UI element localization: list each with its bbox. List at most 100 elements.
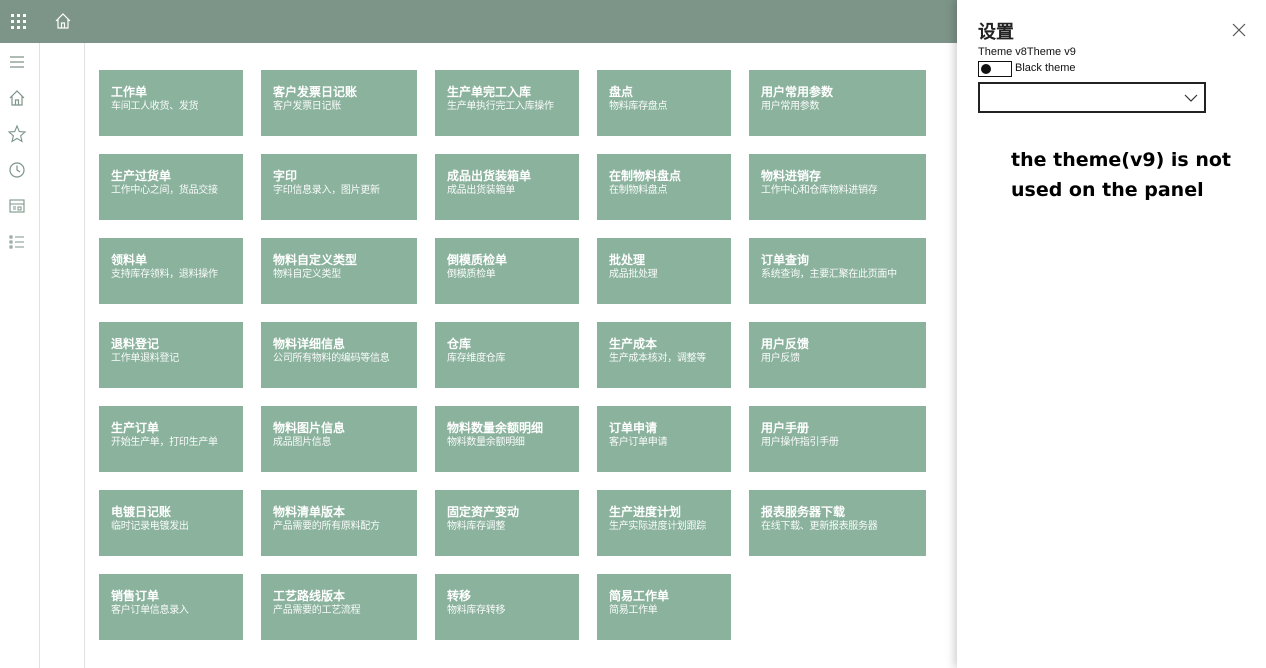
app-tile[interactable]: 物料详细信息公司所有物料的编码等信息 [261, 322, 417, 388]
tile-title: 生产过货单 [111, 169, 172, 183]
app-tile[interactable]: 生产进度计划生产实际进度计划跟踪 [597, 490, 731, 556]
tile-title: 转移 [447, 589, 472, 603]
tile-title: 生产成本 [609, 337, 658, 351]
app-tile[interactable]: 用户手册 用户操作指引手册 [749, 406, 926, 472]
chevron-down-icon [1184, 94, 1198, 102]
tile-title: 生产进度计划 [609, 505, 682, 519]
tile-subtitle: 公司所有物料的编码等信息 [273, 353, 390, 364]
tile-subtitle: 生产成本核对，调整等 [609, 353, 706, 364]
tile-title: 物料自定义类型 [273, 253, 358, 267]
tile-title: 物料详细信息 [273, 337, 346, 351]
tile-title: 物料数量余额明细 [447, 421, 544, 435]
tile-title: 客户发票日记账 [273, 85, 358, 99]
app-tile[interactable]: 物料进销存工作中心和仓库物料进销存 [749, 154, 926, 220]
app-tile[interactable]: 工作单车间工人收货、发货 [99, 70, 243, 136]
home-icon[interactable] [53, 11, 73, 31]
annotation-text: the theme(v9) is not used on the panel [1011, 149, 1231, 201]
tile-subtitle: 客户订单申请 [609, 437, 668, 448]
tile-title: 字印 [273, 169, 298, 183]
tile-title: 生产订单 [111, 421, 160, 435]
clock-icon[interactable] [7, 160, 27, 180]
left-nav [0, 43, 40, 668]
theme-options[interactable]: Theme v8Theme v9 [978, 46, 1076, 58]
close-icon[interactable] [1231, 22, 1247, 38]
tile-subtitle: 生产实际进度计划跟踪 [609, 521, 706, 532]
tile-title: 用户常用参数 [761, 85, 834, 99]
tile-subtitle: 成品图片信息 [273, 437, 332, 448]
tile-title: 物料图片信息 [273, 421, 346, 435]
app-tile[interactable]: 成品出货装箱单 成品出货装箱单 [435, 154, 579, 220]
app-tile[interactable]: 生产过货单工作中心之间，货品交接 [99, 154, 243, 220]
tile-title: 工作单 [111, 85, 148, 99]
tile-subtitle: 库存维度仓库 [447, 353, 506, 364]
tile-subtitle: 客户订单信息录入 [111, 605, 189, 616]
dashboard-icon[interactable] [7, 196, 27, 216]
top-bar [0, 0, 957, 43]
app-tile[interactable]: 倒模质检单 倒模质检单 [435, 238, 579, 304]
app-tile[interactable]: 简易工作单 简易工作单 [597, 574, 731, 640]
tile-title: 用户反馈 [761, 337, 810, 351]
tile-title: 电镀日记账 [111, 505, 172, 519]
app-tile[interactable]: 物料自定义类型 物料自定义类型 [261, 238, 417, 304]
waffle-icon[interactable] [8, 11, 28, 31]
app-tile[interactable]: 在制物料盘点 在制物料盘点 [597, 154, 731, 220]
tile-title: 物料进销存 [761, 169, 822, 183]
settings-title: 设置 [978, 22, 1014, 43]
tile-title: 批处理 [609, 253, 646, 267]
app-tile[interactable]: 仓库 库存维度仓库 [435, 322, 579, 388]
tile-subtitle: 工作中心和仓库物料进销存 [761, 185, 878, 196]
app-tile[interactable]: 生产成本生产成本核对，调整等 [597, 322, 731, 388]
tile-title: 报表服务器下载 [761, 505, 846, 519]
tile-subtitle: 产品需要的工艺流程 [273, 605, 361, 616]
tile-subtitle: 字印信息录入，图片更新 [273, 185, 380, 196]
tile-subtitle: 在线下载、更新报表服务器 [761, 521, 878, 532]
tile-subtitle: 用户操作指引手册 [761, 437, 839, 448]
tile-subtitle: 成品出货装箱单 [447, 185, 515, 196]
tile-title: 在制物料盘点 [609, 169, 682, 183]
app-tile[interactable]: 销售订单客户订单信息录入 [99, 574, 243, 640]
tile-subtitle: 物料库存转移 [447, 605, 506, 616]
tile-subtitle: 成品批处理 [609, 269, 658, 280]
list-icon[interactable] [7, 232, 27, 252]
tile-title: 工艺路线版本 [273, 589, 346, 603]
hamburger-icon[interactable] [7, 52, 27, 72]
app-tile[interactable]: 生产单完工入库 生产单执行完工入库操作 [435, 70, 579, 136]
app-tile[interactable]: 用户常用参数 用户常用参数 [749, 70, 926, 136]
app-tile[interactable]: 固定资产变动 物料库存调整 [435, 490, 579, 556]
tile-subtitle: 临时记录电镀发出 [111, 521, 189, 532]
app-tile[interactable]: 电镀日记账临时记录电镀发出 [99, 490, 243, 556]
app-tile[interactable]: 物料数量余额明细 物料数量余额明细 [435, 406, 579, 472]
star-icon[interactable] [7, 124, 27, 144]
app-tile[interactable]: 物料清单版本 产品需要的所有原料配方 [261, 490, 417, 556]
app-tile[interactable]: 用户反馈 用户反馈 [749, 322, 926, 388]
app-tile[interactable]: 转移 物料库存转移 [435, 574, 579, 640]
black-theme-label: Black theme [1015, 62, 1076, 74]
tile-title: 生产单完工入库 [447, 85, 532, 99]
app-tile[interactable]: 领料单 支持库存领料，退料操作 [99, 238, 243, 304]
app-tile[interactable]: 订单查询 系统查询，主要汇聚在此页面中 [749, 238, 926, 304]
app-tile[interactable]: 盘点 物料库存盘点 [597, 70, 731, 136]
app-tile[interactable]: 字印字印信息录入，图片更新 [261, 154, 417, 220]
tile-subtitle: 倒模质检单 [447, 269, 496, 280]
tile-title: 盘点 [609, 85, 634, 99]
app-tile[interactable]: 客户发票日记账 客户发票日记账 [261, 70, 417, 136]
tile-subtitle: 工作单退料登记 [111, 353, 179, 364]
tile-subtitle: 车间工人收货、发货 [111, 101, 199, 112]
tile-title: 倒模质检单 [447, 253, 508, 267]
app-tile[interactable]: 退料登记 工作单退料登记 [99, 322, 243, 388]
app-tile[interactable]: 订单申请 客户订单申请 [597, 406, 731, 472]
home-icon[interactable] [7, 88, 27, 108]
app-tile[interactable]: 报表服务器下载在线下载、更新报表服务器 [749, 490, 926, 556]
tile-subtitle: 工作中心之间，货品交接 [111, 185, 218, 196]
tile-title: 订单查询 [761, 253, 810, 267]
black-theme-toggle[interactable] [978, 61, 1012, 77]
tile-subtitle: 物料库存盘点 [609, 101, 668, 112]
tile-title: 简易工作单 [609, 589, 670, 603]
tile-subtitle: 支持库存领料，退料操作 [111, 269, 218, 280]
app-tile[interactable]: 物料图片信息 成品图片信息 [261, 406, 417, 472]
tile-title: 销售订单 [111, 589, 160, 603]
app-tile[interactable]: 生产订单 开始生产单，打印生产单 [99, 406, 243, 472]
app-tile[interactable]: 工艺路线版本产品需要的工艺流程 [261, 574, 417, 640]
theme-select[interactable] [978, 82, 1206, 113]
app-tile[interactable]: 批处理 成品批处理 [597, 238, 731, 304]
